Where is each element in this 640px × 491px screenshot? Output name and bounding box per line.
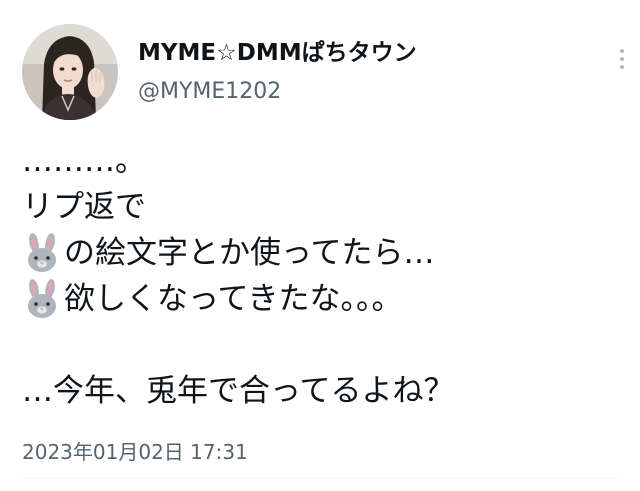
tweet-text: ………。 リプ返で の絵文字とか使ってたら… 欲しくなってきたな。。。 …今年、…: [22, 138, 622, 414]
tweet-card: MYME☆DMMぱちタウン @MYME1202 ………。 リプ返で の絵文字とか…: [0, 0, 640, 491]
tweet-line: の絵文字とか使ってたら…: [22, 230, 622, 276]
tweet-line-text: 欲しくなってきたな。。。: [64, 281, 403, 317]
tweet-line: …今年、兎年で合ってるよね？: [22, 373, 455, 409]
avatar[interactable]: [22, 24, 118, 120]
user-names: MYME☆DMMぱちタウン @MYME1202: [138, 38, 417, 106]
user-handle[interactable]: @MYME1202: [138, 78, 417, 106]
display-name[interactable]: MYME☆DMMぱちタウン: [138, 38, 417, 68]
tweet-line-text: の絵文字とか使ってたら…: [64, 235, 435, 271]
rabbit-face-icon: [28, 233, 56, 272]
tweet-header: MYME☆DMMぱちタウン @MYME1202: [22, 24, 624, 124]
rabbit-face-icon: [28, 279, 56, 318]
more-vertical-icon[interactable]: [612, 44, 632, 74]
tweet-timestamp[interactable]: 2023年01月02日 17:31: [22, 436, 248, 465]
tweet-line: 欲しくなってきたな。。。: [22, 276, 622, 322]
tweet-line: ………。: [22, 143, 146, 179]
avatar-image: [22, 24, 118, 120]
tweet-line: リプ返で: [22, 189, 146, 225]
divider: [22, 478, 618, 479]
